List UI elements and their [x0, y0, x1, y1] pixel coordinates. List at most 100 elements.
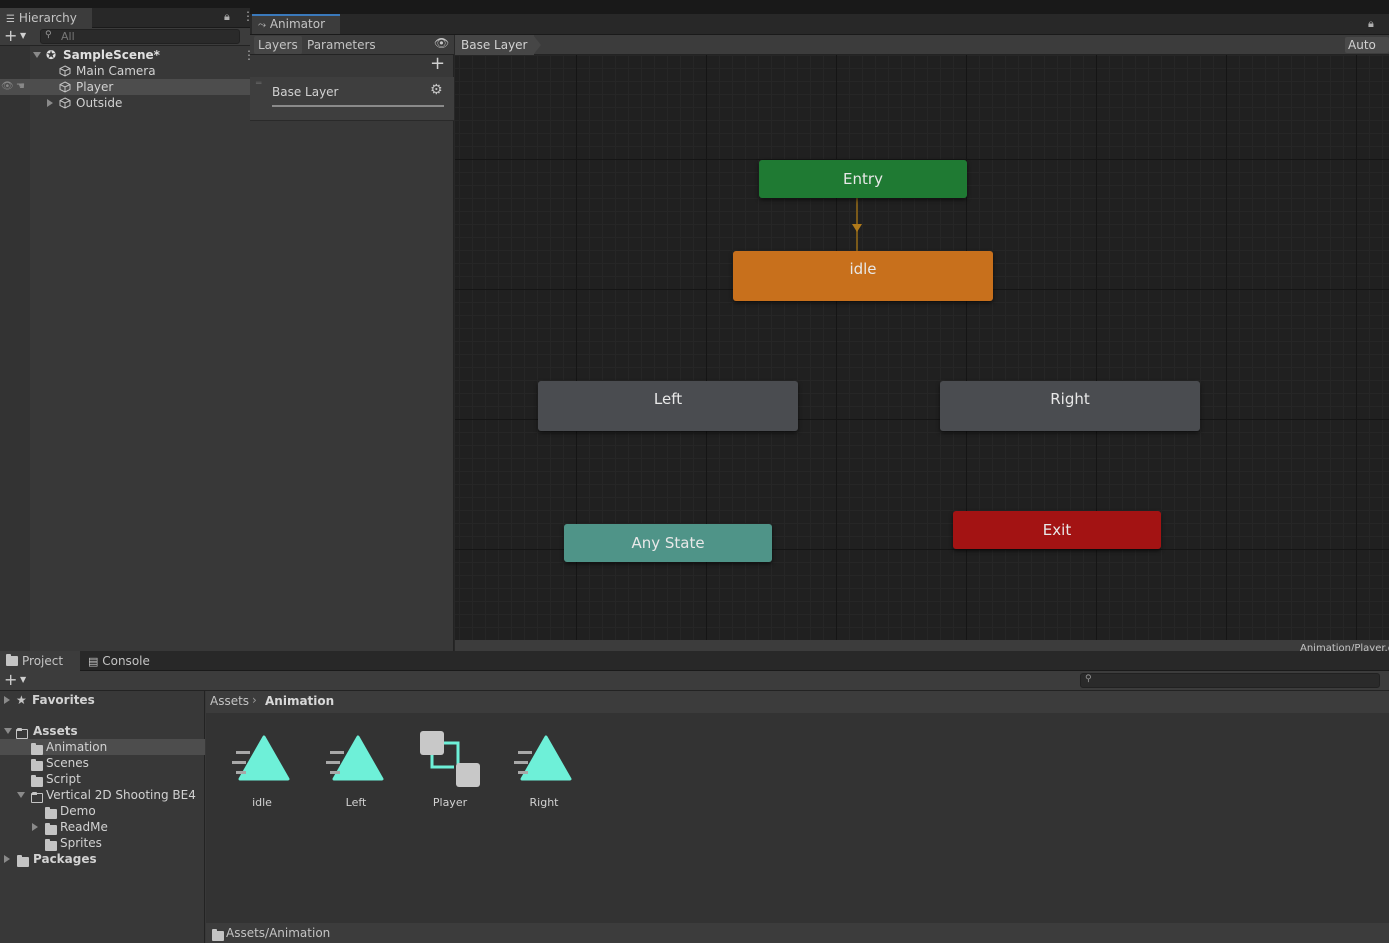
expand-arrow-icon[interactable] — [32, 823, 38, 831]
tree-item-assets[interactable]: Assets — [0, 723, 205, 739]
hierarchy-item-main-camera[interactable]: Main Camera — [30, 63, 250, 79]
tree-label: Vertical 2D Shooting BE4 — [46, 788, 196, 802]
item-label: Player — [76, 80, 114, 94]
search-icon: ⚲ — [45, 30, 52, 40]
tab-project-label: Project — [22, 654, 64, 668]
breadcrumb-assets[interactable]: Assets — [210, 694, 249, 708]
folder-open-icon — [31, 792, 43, 803]
add-plus-icon[interactable]: + — [4, 670, 17, 689]
animator-graph-canvas[interactable]: Entry idle Left Right Any State Exit — [455, 55, 1389, 640]
state-entry[interactable]: Entry — [759, 160, 967, 198]
project-footer: Assets/Animation — [206, 923, 1389, 943]
tree-item-sprites[interactable]: Sprites — [0, 835, 205, 851]
chevron-down-icon[interactable]: ▼ — [20, 675, 26, 684]
pick-hand-icon[interactable]: ☚ — [16, 79, 25, 95]
state-left-label: Left — [653, 390, 683, 408]
folder-icon — [45, 823, 57, 835]
tree-item-favorites[interactable]: ★ Favorites — [0, 692, 205, 708]
tree-label: Assets — [33, 724, 78, 738]
expand-arrow-icon[interactable] — [33, 52, 41, 58]
folder-icon — [212, 929, 224, 941]
hierarchy-tab-label: Hierarchy — [18, 11, 77, 25]
gameobject-cube-icon — [59, 81, 71, 93]
folder-open-icon — [16, 728, 28, 739]
gear-icon[interactable]: ⚙ — [430, 82, 443, 98]
asset-item-idle[interactable]: idle — [222, 731, 302, 809]
expand-arrow-icon[interactable] — [17, 792, 25, 798]
hierarchy-item-outside[interactable]: Outside — [30, 95, 250, 111]
expand-arrow-icon[interactable] — [4, 728, 12, 734]
state-right[interactable]: Right — [940, 381, 1200, 431]
chevron-right-icon: › — [252, 693, 257, 707]
asset-label: idle — [252, 796, 272, 809]
scene-row[interactable]: ✪ SampleScene* ⋮ — [0, 47, 255, 63]
hierarchy-toolbar: + ▼ ⚲ All — [0, 26, 250, 46]
tree-item-vertical-2d-shooting[interactable]: Vertical 2D Shooting BE4 — [0, 787, 205, 803]
tree-label: Packages — [33, 852, 97, 866]
asset-item-right[interactable]: Right — [504, 731, 584, 809]
state-left[interactable]: Left — [538, 381, 798, 431]
state-any-state[interactable]: Any State — [564, 524, 772, 562]
scene-name: SampleScene* — [63, 48, 160, 62]
window-top-strip — [0, 0, 1389, 8]
expand-arrow-icon[interactable] — [4, 696, 10, 704]
state-idle[interactable]: idle — [733, 251, 993, 301]
animator-icon: ⤳ — [258, 20, 266, 31]
tree-item-packages[interactable]: Packages — [0, 851, 205, 867]
lock-icon[interactable]: 🔒︎ — [1368, 17, 1374, 31]
asset-label: Right — [529, 796, 559, 809]
animation-clip-icon — [514, 735, 572, 781]
visibility-eye-icon[interactable]: 👁︎ — [1, 79, 14, 95]
asset-item-player[interactable]: Player — [410, 731, 490, 809]
animation-clip-icon — [326, 735, 384, 781]
auto-live-link-button[interactable]: Auto Li — [1345, 37, 1389, 68]
layer-item-base-layer[interactable]: ═ Base Layer ⚙ — [250, 77, 454, 121]
tree-item-scenes[interactable]: Scenes — [0, 755, 205, 771]
breadcrumb-base-layer[interactable]: Base Layer — [455, 35, 534, 55]
project-asset-grid: idle Left Player Right — [206, 713, 1389, 923]
state-exit[interactable]: Exit — [953, 511, 1161, 549]
eye-icon[interactable]: 👁︎ — [434, 36, 449, 50]
state-exit-label: Exit — [1042, 521, 1072, 539]
tab-console-label: Console — [102, 654, 150, 668]
tree-item-demo[interactable]: Demo — [0, 803, 205, 819]
tab-hierarchy[interactable]: ☰ Hierarchy — [0, 8, 92, 28]
state-entry-label: Entry — [843, 170, 883, 188]
hierarchy-panel: ☰ Hierarchy 🔒︎ ⋮ + ▼ ⚲ All ✪ SampleScene… — [0, 8, 255, 651]
hierarchy-item-player[interactable]: 👁︎ ☚ Player — [0, 79, 250, 95]
add-layer-plus-icon[interactable]: + — [430, 53, 445, 74]
tab-parameters[interactable]: Parameters — [303, 36, 380, 54]
item-label: Main Camera — [76, 64, 156, 78]
project-breadcrumb: Assets › Animation — [206, 691, 1389, 713]
tree-item-animation[interactable]: Animation — [0, 739, 205, 755]
chevron-down-icon[interactable]: ▼ — [20, 31, 26, 40]
breadcrumb-arrow — [533, 35, 541, 55]
tab-console[interactable]: ▤ Console — [82, 651, 162, 671]
breadcrumb-animation[interactable]: Animation — [265, 694, 334, 708]
tree-item-readme[interactable]: ReadMe — [0, 819, 205, 835]
layer-weight-slider[interactable] — [272, 105, 444, 107]
tree-label: ReadMe — [60, 820, 108, 834]
unity-scene-icon: ✪ — [46, 48, 57, 62]
transition-arrow-icon — [852, 224, 862, 232]
folder-icon — [31, 759, 43, 771]
expand-arrow-icon[interactable] — [4, 855, 10, 863]
folder-icon — [6, 654, 18, 666]
tab-parameters-label: Parameters — [307, 38, 376, 52]
state-any-state-label: Any State — [631, 534, 705, 552]
tree-label: Script — [46, 772, 81, 786]
tab-animator[interactable]: ⤳ Animator — [252, 14, 340, 34]
add-plus-icon[interactable]: + — [4, 26, 17, 45]
tab-layers[interactable]: Layers — [254, 36, 302, 54]
tree-item-script[interactable]: Script — [0, 771, 205, 787]
animator-breadcrumb-bar: Base Layer Auto Li — [455, 35, 1389, 68]
hierarchy-search-input[interactable]: ⚲ All — [40, 29, 240, 44]
star-icon: ★ — [16, 693, 27, 707]
tab-project[interactable]: Project — [0, 651, 80, 671]
asset-item-left[interactable]: Left — [316, 731, 396, 809]
asset-label: Player — [432, 796, 468, 809]
drag-handle-icon[interactable]: ═ — [256, 79, 261, 89]
project-search-input[interactable]: ⚲ — [1080, 673, 1380, 688]
expand-arrow-icon[interactable] — [47, 99, 53, 107]
lock-icon[interactable]: 🔒︎ — [224, 10, 230, 24]
